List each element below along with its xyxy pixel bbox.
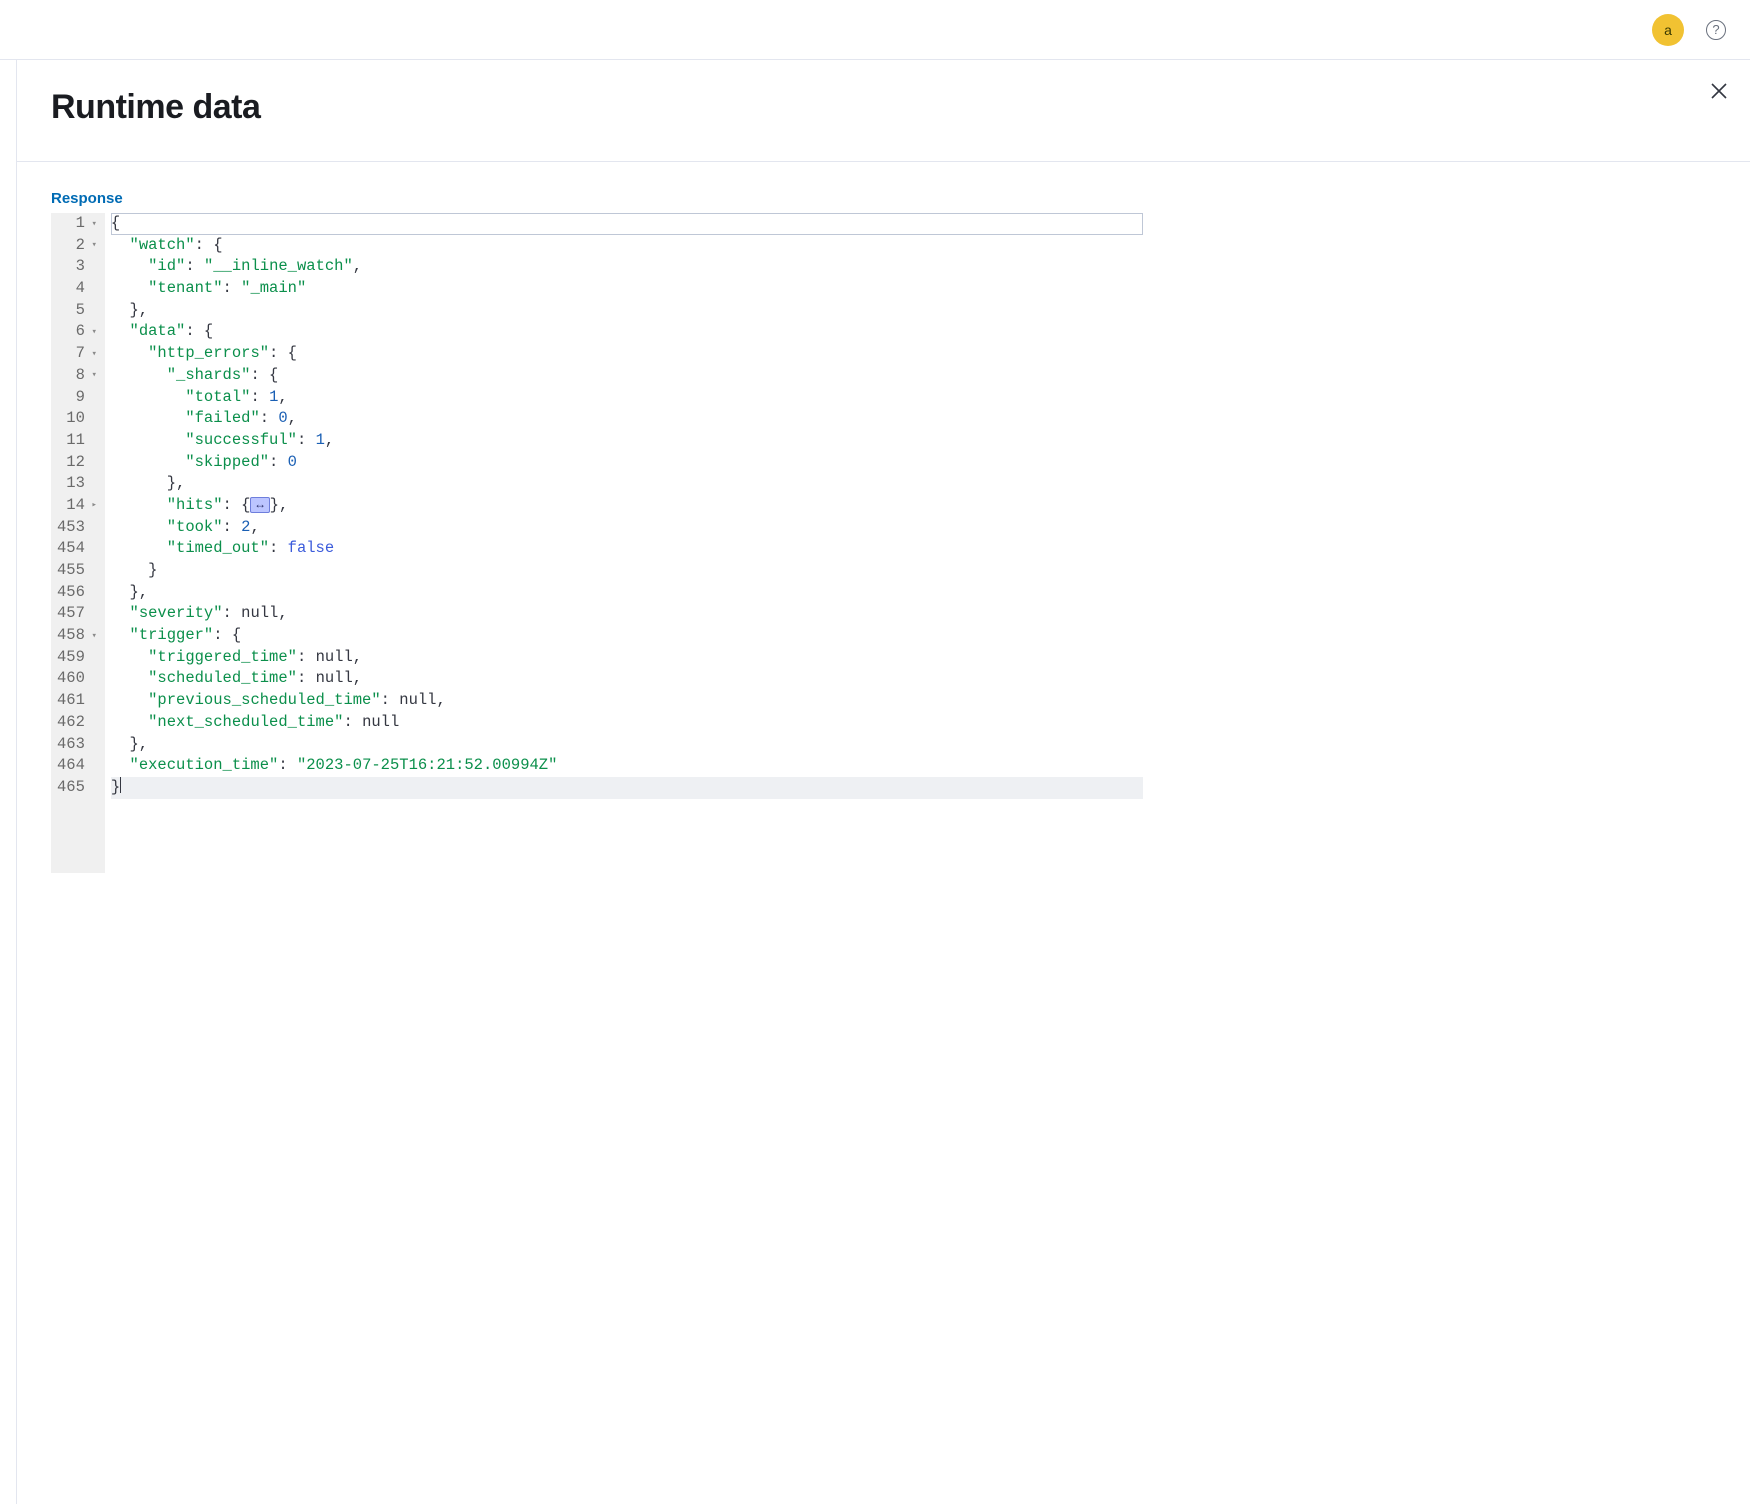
flyout-panel: Runtime data Response 1▾2▾3456▾7▾8▾91011… xyxy=(16,60,1750,1504)
code-line[interactable]: "successful": 1, xyxy=(111,430,1143,452)
close-icon[interactable] xyxy=(1710,82,1728,100)
code-line[interactable]: { xyxy=(111,213,1143,235)
code-line[interactable]: "previous_scheduled_time": null, xyxy=(111,690,1143,712)
line-number: 455 xyxy=(57,560,97,582)
help-icon[interactable]: ? xyxy=(1706,20,1726,40)
avatar-letter: a xyxy=(1664,22,1672,38)
line-number: 1▾ xyxy=(57,213,97,235)
code-line[interactable]: "skipped": 0 xyxy=(111,452,1143,474)
line-number: 458▾ xyxy=(57,625,97,647)
fold-expanded-icon[interactable]: ▾ xyxy=(89,239,97,252)
code-editor[interactable]: 1▾2▾3456▾7▾8▾91011121314▸453454455456457… xyxy=(51,213,1149,873)
response-tab[interactable]: Response xyxy=(51,190,1716,207)
fold-expanded-icon[interactable]: ▾ xyxy=(89,218,97,231)
left-strip-truncated xyxy=(0,60,16,1504)
line-number: 2▾ xyxy=(57,235,97,257)
line-number: 461 xyxy=(57,690,97,712)
line-number: 10 xyxy=(57,408,97,430)
line-number: 459 xyxy=(57,647,97,669)
line-number: 9 xyxy=(57,387,97,409)
fold-expanded-icon[interactable]: ▾ xyxy=(89,630,97,643)
fold-expanded-icon[interactable]: ▾ xyxy=(89,326,97,339)
line-number: 457 xyxy=(57,603,97,625)
code-line[interactable]: } xyxy=(111,777,1143,799)
code-line[interactable]: "tenant": "_main" xyxy=(111,278,1143,300)
line-number: 4 xyxy=(57,278,97,300)
line-number: 11 xyxy=(57,430,97,452)
line-number: 6▾ xyxy=(57,321,97,343)
code-line[interactable]: "data": { xyxy=(111,321,1143,343)
collapsed-region-badge[interactable]: ↔ xyxy=(250,497,269,513)
line-number: 456 xyxy=(57,582,97,604)
line-number: 462 xyxy=(57,712,97,734)
code-line[interactable]: "failed": 0, xyxy=(111,408,1143,430)
code-line[interactable]: "took": 2, xyxy=(111,517,1143,539)
code-line[interactable]: "timed_out": false xyxy=(111,538,1143,560)
line-number: 5 xyxy=(57,300,97,322)
code-line[interactable]: "execution_time": "2023-07-25T16:21:52.0… xyxy=(111,755,1143,777)
fold-expanded-icon[interactable]: ▾ xyxy=(89,348,97,361)
code-line[interactable]: "total": 1, xyxy=(111,387,1143,409)
code-line[interactable]: "trigger": { xyxy=(111,625,1143,647)
code-line[interactable]: "severity": null, xyxy=(111,603,1143,625)
code-line[interactable]: "http_errors": { xyxy=(111,343,1143,365)
code-line[interactable]: "watch": { xyxy=(111,235,1143,257)
line-number: 14▸ xyxy=(57,495,97,517)
line-number: 465 xyxy=(57,777,97,799)
line-number: 3 xyxy=(57,256,97,278)
line-number: 13 xyxy=(57,473,97,495)
code-line[interactable]: "_shards": { xyxy=(111,365,1143,387)
code-line[interactable]: "scheduled_time": null, xyxy=(111,668,1143,690)
fold-collapsed-icon[interactable]: ▸ xyxy=(89,499,97,512)
panel-header: Runtime data xyxy=(17,60,1750,162)
code-line[interactable]: "hits": {↔}, xyxy=(111,495,1143,517)
code-line[interactable]: }, xyxy=(111,582,1143,604)
line-number: 7▾ xyxy=(57,343,97,365)
line-number: 453 xyxy=(57,517,97,539)
code-line[interactable]: } xyxy=(111,560,1143,582)
panel-body: Response 1▾2▾3456▾7▾8▾91011121314▸453454… xyxy=(17,162,1750,901)
code-content[interactable]: { "watch": { "id": "__inline_watch", "te… xyxy=(105,213,1149,873)
line-number: 454 xyxy=(57,538,97,560)
line-number: 460 xyxy=(57,668,97,690)
fold-expanded-icon[interactable]: ▾ xyxy=(89,369,97,382)
avatar[interactable]: a xyxy=(1652,14,1684,46)
code-line[interactable]: "triggered_time": null, xyxy=(111,647,1143,669)
code-line[interactable]: "next_scheduled_time": null xyxy=(111,712,1143,734)
code-line[interactable]: }, xyxy=(111,300,1143,322)
line-number: 464 xyxy=(57,755,97,777)
line-number: 12 xyxy=(57,452,97,474)
code-line[interactable]: "id": "__inline_watch", xyxy=(111,256,1143,278)
text-cursor xyxy=(120,777,121,793)
code-line[interactable]: }, xyxy=(111,473,1143,495)
top-bar: a ? xyxy=(0,0,1750,60)
line-number: 463 xyxy=(57,734,97,756)
panel-title: Runtime data xyxy=(51,88,1716,127)
code-line[interactable]: }, xyxy=(111,734,1143,756)
line-number-gutter: 1▾2▾3456▾7▾8▾91011121314▸453454455456457… xyxy=(51,213,105,873)
line-number: 8▾ xyxy=(57,365,97,387)
